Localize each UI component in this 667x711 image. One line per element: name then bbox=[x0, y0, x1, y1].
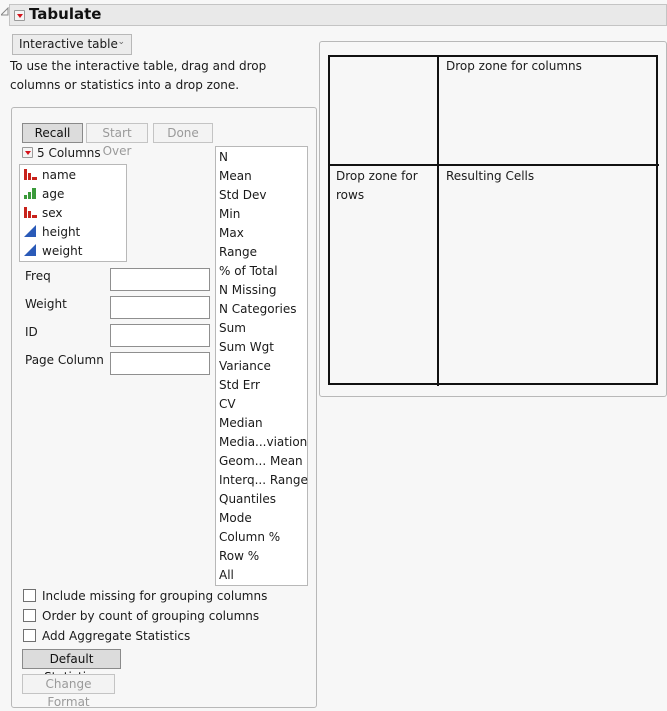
checkbox-box[interactable] bbox=[23, 629, 36, 642]
statistic-item[interactable]: Quantiles bbox=[219, 490, 276, 509]
grid-divider-horizontal bbox=[328, 164, 659, 166]
checkbox-box[interactable] bbox=[23, 609, 36, 622]
column-item-age[interactable]: age bbox=[24, 185, 64, 204]
freq-label: Freq bbox=[25, 269, 51, 283]
instruction-line-1: To use the interactive table, drag and d… bbox=[10, 59, 267, 73]
column-item-sex[interactable]: sex bbox=[24, 204, 63, 223]
resulting-cells-zone: Resulting Cells bbox=[446, 169, 535, 183]
statistic-item[interactable]: Max bbox=[219, 224, 244, 243]
weight-label: Weight bbox=[25, 297, 67, 311]
statistic-item[interactable]: Row % bbox=[219, 547, 259, 566]
statistic-item[interactable]: N bbox=[219, 148, 228, 167]
nominal-bar-icon bbox=[24, 169, 37, 180]
statistic-item[interactable]: N Categories bbox=[219, 300, 296, 319]
statistic-item[interactable]: Column % bbox=[219, 528, 280, 547]
default-statistics-button[interactable]: Default Statistics bbox=[22, 649, 121, 684]
column-item-weight[interactable]: weight bbox=[24, 242, 82, 261]
statistic-item[interactable]: % of Total bbox=[219, 262, 278, 281]
ordinal-bar-icon bbox=[24, 188, 36, 199]
weight-field[interactable] bbox=[110, 296, 210, 319]
mode-select-value: Interactive table bbox=[19, 37, 118, 51]
statistic-item[interactable]: N Missing bbox=[219, 281, 277, 300]
table-grid bbox=[328, 55, 658, 385]
done-button[interactable]: Done bbox=[153, 123, 213, 143]
statistic-item[interactable]: All bbox=[219, 566, 234, 585]
include-missing-checkbox[interactable]: Include missing for grouping columns bbox=[23, 587, 267, 605]
column-item-name[interactable]: name bbox=[24, 166, 76, 185]
statistic-item[interactable]: Geom... Mean bbox=[219, 452, 303, 471]
start-over-button[interactable]: Start Over bbox=[86, 123, 148, 158]
recall-button[interactable]: Recall bbox=[22, 123, 83, 143]
statistic-item[interactable]: Interq... Range bbox=[219, 471, 308, 490]
id-label: ID bbox=[25, 325, 38, 339]
statistic-item[interactable]: Media...viation bbox=[219, 433, 307, 452]
grid-divider-vertical bbox=[437, 55, 439, 386]
id-field[interactable] bbox=[110, 324, 210, 347]
statistic-item[interactable]: Mode bbox=[219, 509, 252, 528]
mode-select[interactable]: Interactive table ⌄ bbox=[12, 34, 132, 55]
statistic-item[interactable]: Sum bbox=[219, 319, 246, 338]
statistics-list[interactable]: N Mean Std Dev Min Max Range% of Total N Missi… bbox=[215, 146, 308, 586]
outline-disclosure-icon[interactable] bbox=[1, 7, 9, 16]
nominal-bar-icon bbox=[24, 207, 37, 218]
columns-count-label: 5 Columns bbox=[37, 146, 101, 160]
page-column-label: Page Column bbox=[25, 353, 104, 367]
add-aggregate-checkbox[interactable]: Add Aggregate Statistics bbox=[23, 627, 190, 645]
freq-field[interactable] bbox=[110, 268, 210, 291]
chevron-down-icon: ⌄ bbox=[117, 37, 125, 47]
red-triangle-menu-icon[interactable] bbox=[14, 10, 25, 21]
report-title: Tabulate bbox=[29, 5, 102, 23]
change-format-button[interactable]: Change Format bbox=[22, 674, 115, 709]
statistic-item[interactable]: Mean bbox=[219, 167, 252, 186]
column-list[interactable]: name age sex height weight bbox=[19, 164, 127, 262]
columns-menu-icon[interactable] bbox=[22, 147, 33, 158]
statistic-item[interactable]: Range bbox=[219, 243, 257, 262]
statistic-item[interactable]: Min bbox=[219, 205, 240, 224]
statistic-item[interactable]: Median bbox=[219, 414, 263, 433]
statistic-item[interactable]: Std Dev bbox=[219, 186, 266, 205]
continuous-triangle-icon bbox=[24, 225, 36, 237]
row-drop-zone-line-1[interactable]: Drop zone for bbox=[336, 167, 418, 186]
instruction-line-2: columns or statistics into a drop zone. bbox=[10, 78, 240, 92]
outline-header bbox=[9, 4, 667, 26]
statistic-item[interactable]: Variance bbox=[219, 357, 271, 376]
statistic-item[interactable]: Std Err bbox=[219, 376, 260, 395]
statistic-item[interactable]: CV bbox=[219, 395, 236, 414]
row-drop-zone-line-2[interactable]: rows bbox=[336, 186, 364, 205]
column-drop-zone[interactable]: Drop zone for columns bbox=[446, 57, 582, 76]
checkbox-box[interactable] bbox=[23, 589, 36, 602]
statistic-item[interactable]: Sum Wgt bbox=[219, 338, 274, 357]
continuous-triangle-icon bbox=[24, 244, 36, 256]
page-column-field[interactable] bbox=[110, 352, 210, 375]
column-item-height[interactable]: height bbox=[24, 223, 80, 242]
order-by-count-checkbox[interactable]: Order by count of grouping columns bbox=[23, 607, 259, 625]
